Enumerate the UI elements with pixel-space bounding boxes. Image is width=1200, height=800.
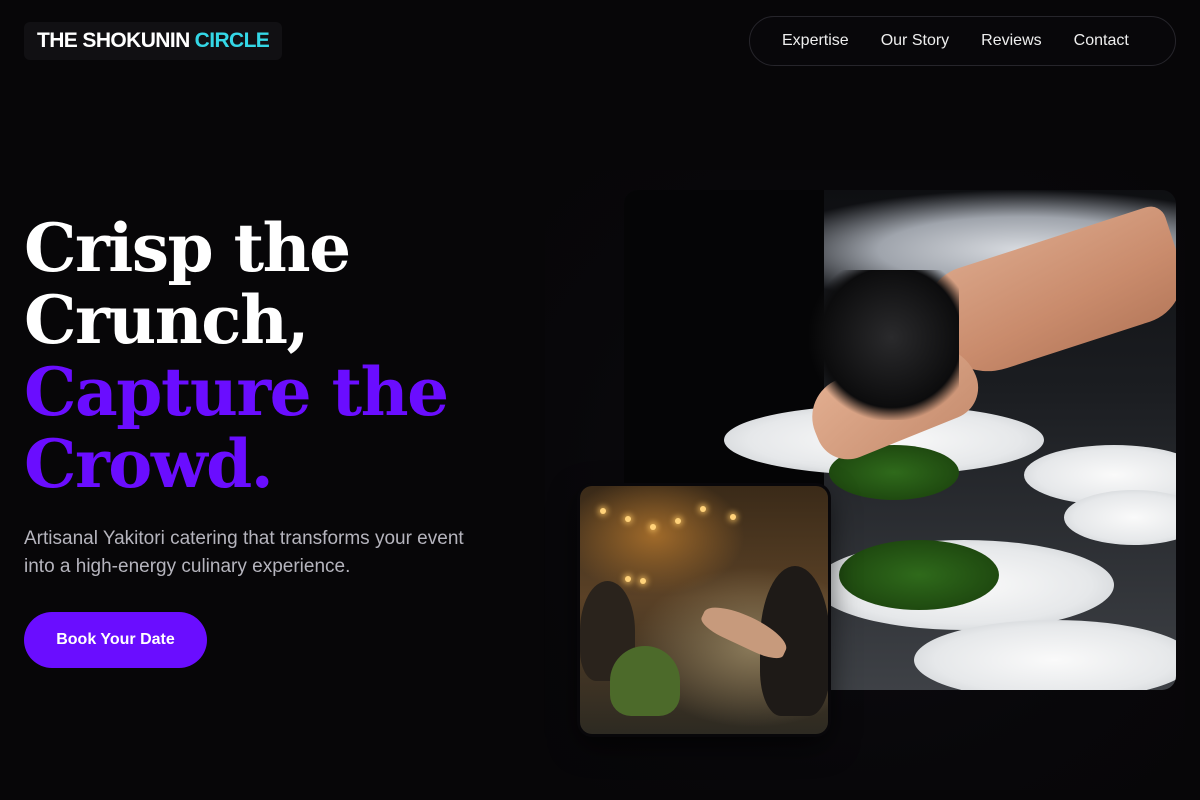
- book-your-date-button[interactable]: Book Your Date: [24, 612, 207, 668]
- garnish: [839, 540, 999, 610]
- headline-line-3: Capture the: [24, 353, 449, 431]
- string-light: [730, 514, 736, 520]
- main-nav: Expertise Our Story Reviews Contact: [749, 16, 1176, 66]
- string-light: [600, 508, 606, 514]
- plate: [914, 620, 1176, 690]
- string-light: [625, 576, 631, 582]
- nav-item-expertise[interactable]: Expertise: [782, 32, 849, 50]
- headline-line-1: Crisp the: [24, 209, 351, 287]
- black-glove: [809, 270, 959, 420]
- hero-headline: Crisp the Crunch, Capture the Crowd.: [24, 212, 544, 500]
- hero-subtitle: Artisanal Yakitori catering that transfo…: [24, 528, 464, 577]
- string-light: [625, 516, 631, 522]
- string-light: [650, 524, 656, 530]
- brand-name-accent: CIRCLE: [194, 29, 270, 52]
- table-flowers: [610, 646, 680, 716]
- headline-line-4: Crowd.: [24, 425, 274, 503]
- nav-item-contact[interactable]: Contact: [1074, 32, 1129, 50]
- headline-line-2: Crunch,: [24, 281, 309, 359]
- brand-name-primary: THE SHOKUNIN: [37, 29, 190, 52]
- brand-logo[interactable]: THE SHOKUNIN CIRCLE: [24, 22, 283, 60]
- event-photo: [580, 486, 828, 734]
- string-light: [675, 518, 681, 524]
- string-light: [700, 506, 706, 512]
- string-light: [640, 578, 646, 584]
- nav-item-reviews[interactable]: Reviews: [981, 32, 1041, 50]
- plate: [1064, 490, 1176, 545]
- nav-item-our-story[interactable]: Our Story: [881, 32, 949, 50]
